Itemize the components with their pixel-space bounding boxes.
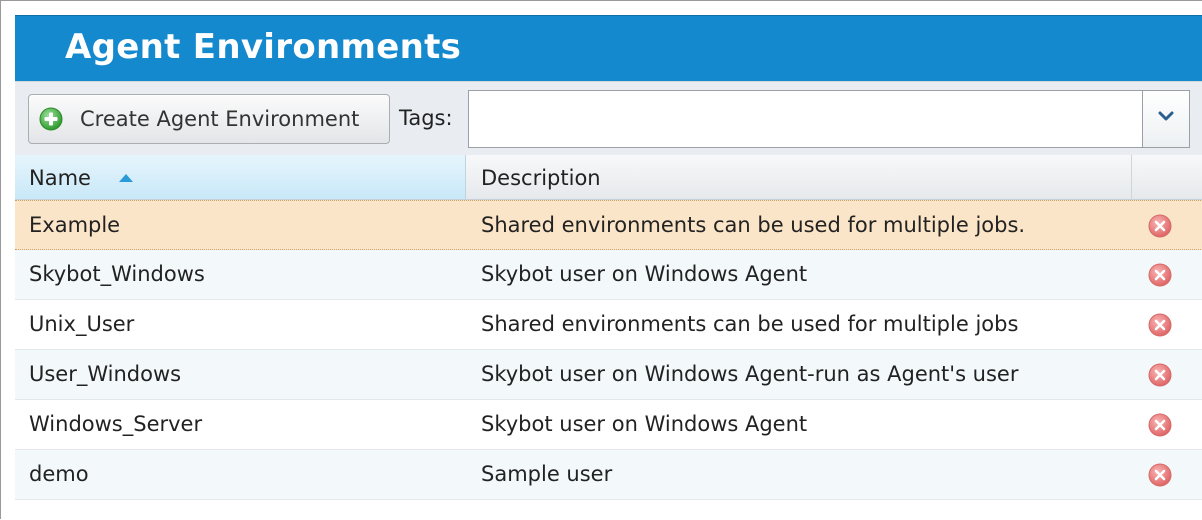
cell-description: Skybot user on Windows Agent — [481, 262, 808, 286]
cell-description: Skybot user on Windows Agent-run as Agen… — [481, 362, 1019, 386]
sort-ascending-icon — [119, 174, 133, 182]
chevron-down-icon — [1158, 111, 1174, 121]
cell-description: Sample user — [481, 462, 613, 486]
delete-icon[interactable] — [1148, 214, 1172, 238]
cell-name: Example — [29, 213, 121, 237]
delete-icon[interactable] — [1148, 313, 1172, 337]
toolbar: Create Agent Environment Tags: — [15, 81, 1202, 155]
cell-name: Windows_Server — [29, 412, 203, 436]
table-row[interactable]: Skybot_Windows Skybot user on Windows Age… — [15, 250, 1202, 300]
table-row[interactable]: User_Windows Skybot user on Windows Agent… — [15, 350, 1202, 400]
plus-circle-icon — [39, 107, 63, 131]
cell-name: Unix_User — [29, 312, 135, 336]
column-header-description[interactable]: Description — [466, 155, 1132, 199]
cell-description: Skybot user on Windows Agent — [481, 412, 808, 436]
cell-description: Shared environments can be used for mult… — [481, 312, 1019, 336]
tags-dropdown-button[interactable] — [1143, 90, 1190, 148]
tags-input[interactable] — [468, 90, 1143, 148]
create-agent-environment-button[interactable]: Create Agent Environment — [28, 94, 390, 144]
table-row[interactable]: Unix_User Shared environments can be used… — [15, 300, 1202, 350]
delete-icon[interactable] — [1148, 413, 1172, 437]
agent-environments-panel: Agent Environments Create Agent Environm… — [0, 0, 1202, 520]
panel-title-bar: Agent Environments — [15, 15, 1202, 81]
table-row[interactable]: demo Sample user — [15, 450, 1202, 500]
column-header-description-label: Description — [481, 166, 601, 190]
create-button-label: Create Agent Environment — [80, 107, 360, 131]
grid-header: Name Description — [15, 155, 1202, 200]
environments-grid: Name Description Example Shared environme… — [15, 155, 1202, 520]
delete-icon[interactable] — [1148, 263, 1172, 287]
cell-description: Shared environments can be used for mult… — [481, 213, 1026, 237]
delete-icon[interactable] — [1148, 463, 1172, 487]
column-header-actions — [1132, 155, 1202, 199]
delete-icon[interactable] — [1148, 363, 1172, 387]
tags-label: Tags: — [399, 106, 453, 130]
cell-name: Skybot_Windows — [29, 262, 205, 286]
page-title: Agent Environments — [65, 27, 462, 67]
column-header-name[interactable]: Name — [15, 155, 466, 199]
cell-name: User_Windows — [29, 362, 182, 386]
table-row[interactable]: Windows_Server Skybot user on Windows Age… — [15, 400, 1202, 450]
column-header-name-label: Name — [29, 166, 91, 190]
cell-name: demo — [29, 462, 89, 486]
table-row[interactable]: Example Shared environments can be used f… — [15, 200, 1202, 250]
